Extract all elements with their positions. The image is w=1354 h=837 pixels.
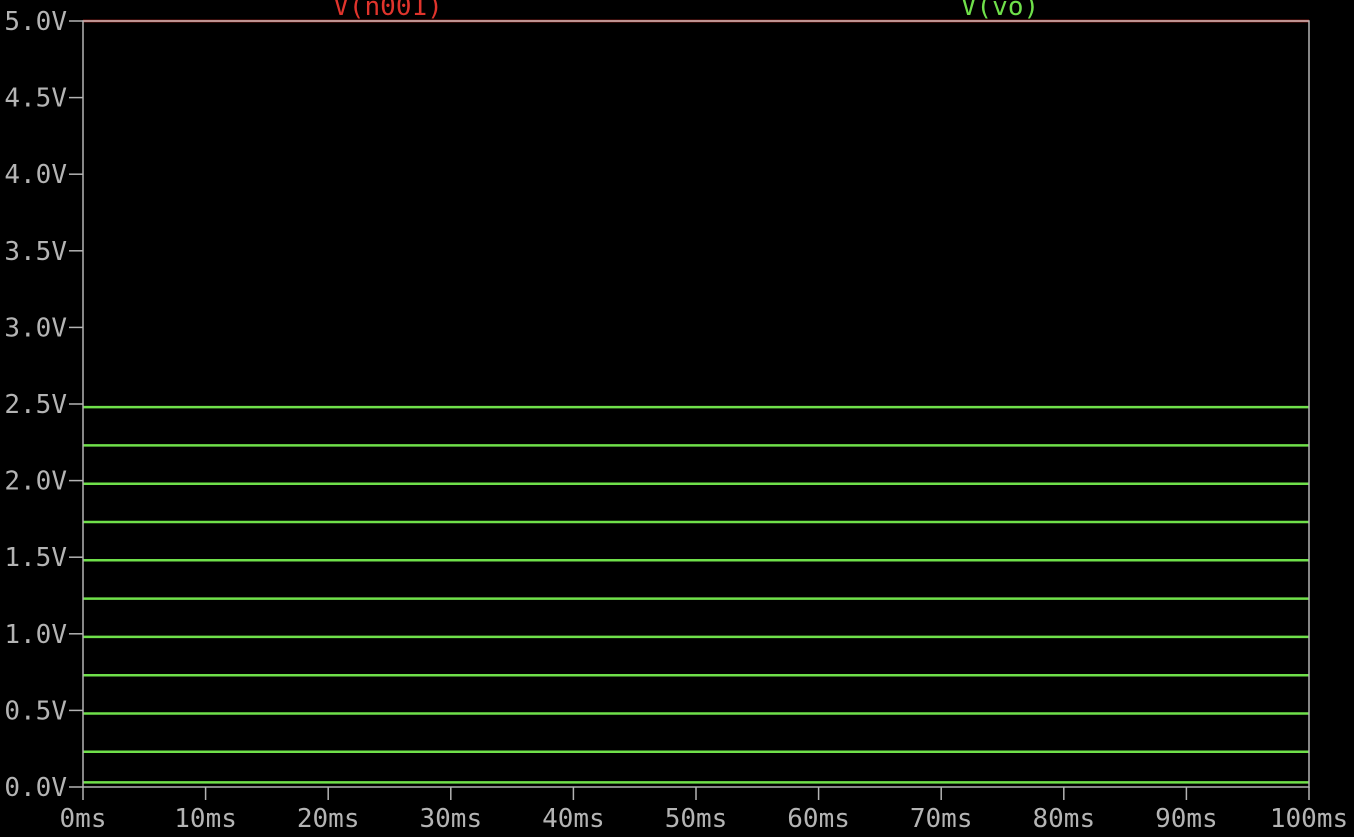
y-tick-label: 5.0V (4, 7, 67, 37)
axes-layer: 0.0V 0.5V 1.0V 1.5V 2.0V 2.5V 3.0V 3.5V 4.0V 4.5V… (4, 7, 1348, 834)
waveform-plot: 0.0V 0.5V 1.0V 1.5V 2.0V 2.5V 3.0V 3.5V 4.0V 4.5V… (4, 0, 1348, 834)
y-tick-label: 1.5V (4, 543, 67, 573)
y-tick-label: 2.0V (4, 467, 67, 497)
legend-layer: V(n001) V(vo) (333, 0, 1039, 22)
x-tick-label: 30ms (419, 804, 482, 832)
x-tick-label: 20ms (297, 804, 360, 832)
waveform-viewer: 0.0V 0.5V 1.0V 1.5V 2.0V 2.5V 3.0V 3.5V 4.0V 4.5V… (0, 0, 1354, 834)
x-tick-label: 90ms (1155, 804, 1218, 832)
y-tick-label: 1.0V (4, 620, 67, 650)
y-tick-label: 2.5V (4, 390, 67, 420)
y-tick-label: 0.5V (4, 696, 67, 726)
x-tick-label: 80ms (1032, 804, 1095, 832)
y-tick-label: 3.5V (4, 237, 67, 267)
y-tick-label: 4.5V (4, 84, 67, 114)
x-tick-label: 100ms (1270, 804, 1348, 832)
legend-label-1[interactable]: V(vo) (961, 0, 1039, 22)
y-tick-label: 3.0V (4, 313, 67, 343)
plot-frame (82, 20, 1310, 788)
x-tick-label: 50ms (665, 804, 728, 832)
traces-layer (83, 19, 1309, 784)
x-tick-label: 40ms (542, 804, 605, 832)
x-tick-label: 60ms (787, 804, 850, 832)
y-tick-label: 0.0V (4, 773, 67, 803)
x-tick-label: 70ms (910, 804, 973, 832)
legend-label-0[interactable]: V(n001) (333, 0, 443, 22)
x-tick-label: 10ms (174, 804, 237, 832)
y-tick-label: 4.0V (4, 160, 67, 190)
x-tick-label: 0ms (60, 804, 107, 832)
